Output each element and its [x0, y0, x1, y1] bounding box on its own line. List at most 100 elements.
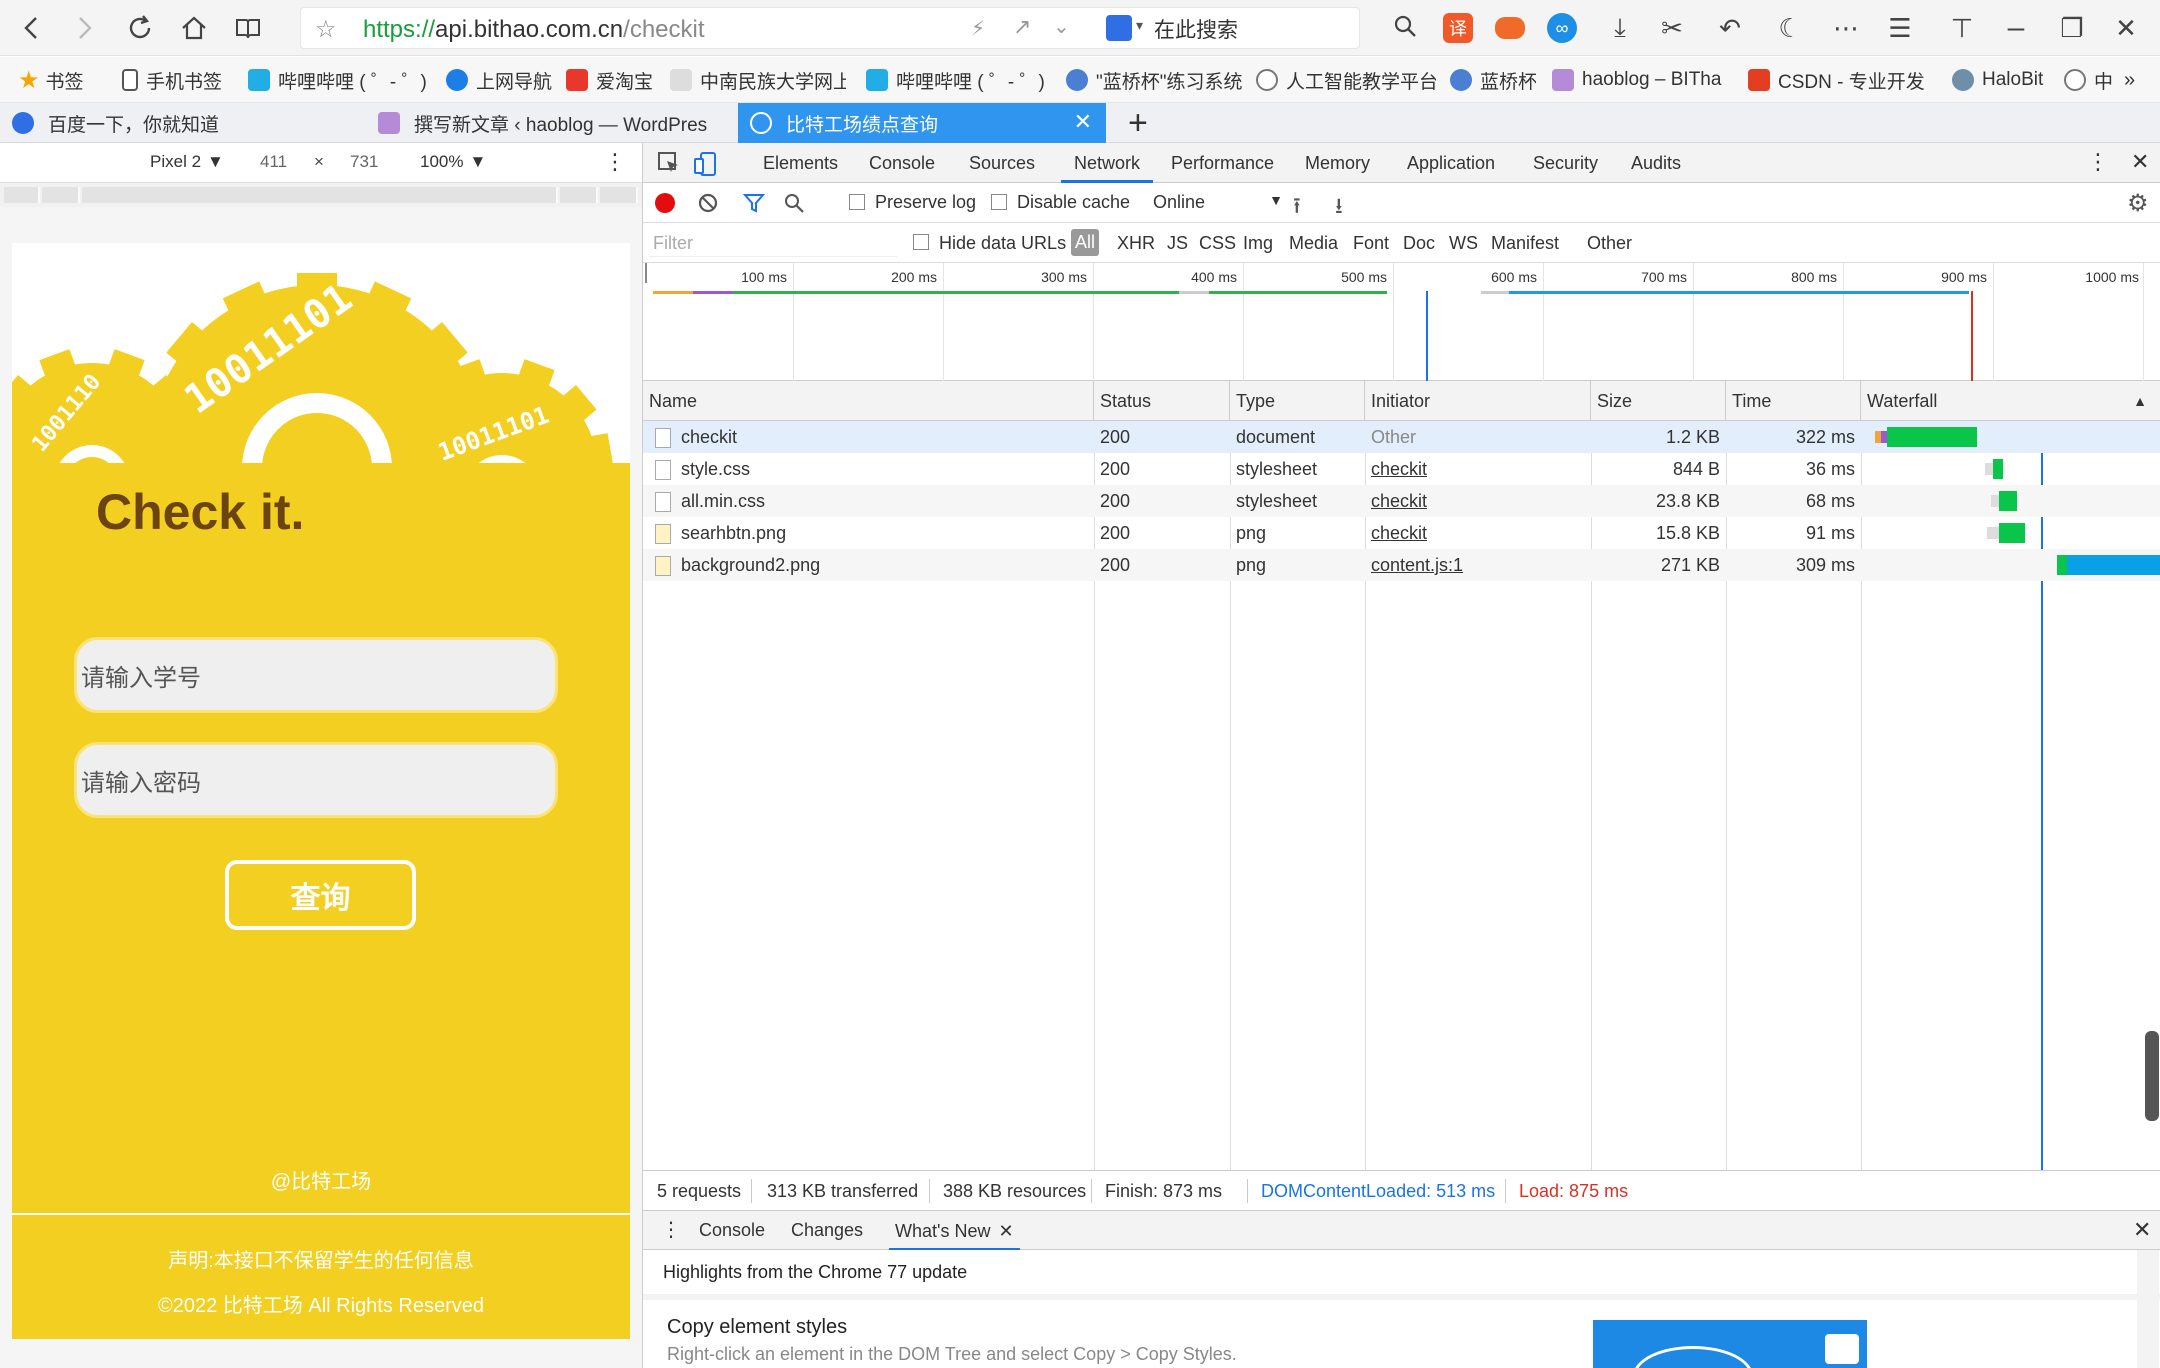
bookmark-item[interactable]: HaloBit	[1952, 67, 2062, 93]
initiator-link[interactable]: content.js:1	[1365, 549, 1463, 581]
table-row[interactable]: checkit 200 document Other 1.2 KB 322 ms	[643, 421, 2160, 453]
restore-icon[interactable]: ❐	[2052, 8, 2092, 48]
bookmarks-overflow-icon[interactable]: »	[2124, 67, 2154, 93]
shirt-icon[interactable]: ⊤	[1942, 8, 1982, 48]
drawer-scrollbar[interactable]	[2137, 1250, 2159, 1368]
tab-memory[interactable]: Memory	[1305, 143, 1370, 183]
filter-other[interactable]: Other	[1587, 233, 1632, 254]
home-icon[interactable]	[174, 8, 214, 48]
column-header-time[interactable]: Time	[1726, 381, 1861, 421]
device-select[interactable]: Pixel 2 ▼	[150, 152, 224, 172]
lightning-icon[interactable]: ⚡	[971, 16, 985, 41]
column-header-size[interactable]: Size	[1591, 381, 1726, 421]
initiator-link[interactable]: checkit	[1365, 517, 1427, 549]
table-row[interactable]: searhbtn.png 200 png checkit 15.8 KB 91 …	[643, 517, 2160, 549]
device-width[interactable]: 411	[260, 152, 287, 172]
scrollbar-thumb[interactable]	[2145, 1031, 2159, 1121]
drawer-tab-whats-new[interactable]: What's New ✕	[889, 1211, 1020, 1251]
bookmark-item[interactable]: 哔哩哔哩 ( ゜- ゜)つ	[248, 67, 428, 93]
star-icon[interactable]: ☆	[315, 15, 337, 44]
bookmark-item[interactable]: 手机书签	[122, 67, 242, 93]
search-icon[interactable]	[1392, 13, 1418, 44]
column-header-status[interactable]: Status	[1094, 381, 1230, 421]
drawer-menu-icon[interactable]: ⋮	[661, 1217, 681, 1242]
column-header-waterfall[interactable]: Waterfall ▲	[1861, 381, 2160, 421]
media-query-ruler[interactable]	[0, 183, 642, 207]
bookmark-item[interactable]: 爱淘宝	[566, 67, 666, 93]
bookmark-item[interactable]: 中南民族大学网上	[670, 67, 846, 93]
bookmark-item[interactable]: 蓝桥杯	[1450, 67, 1536, 93]
tab-network[interactable]: Network	[1061, 143, 1153, 183]
tab-elements[interactable]: Elements	[763, 143, 838, 183]
tab-haoblog[interactable]: 撰写新文章 ‹ haoblog — WordPres	[366, 103, 738, 143]
filter-font[interactable]: Font	[1353, 233, 1389, 254]
minimize-icon[interactable]: –	[1996, 8, 2036, 48]
bookmark-item[interactable]: 人工智能教学平台	[1256, 67, 1436, 93]
close-devtools-icon[interactable]: ✕	[2131, 149, 2149, 175]
clear-icon[interactable]	[697, 192, 719, 219]
close-window-icon[interactable]: ✕	[2106, 8, 2146, 48]
throttling-select[interactable]: Online ▼	[1153, 192, 1283, 213]
bookmark-item[interactable]: 哔哩哔哩 ( ゜- ゜)つ	[866, 67, 1046, 93]
table-row[interactable]: style.css 200 stylesheet checkit 844 B 3…	[643, 453, 2160, 485]
device-height[interactable]: 731	[350, 152, 378, 172]
inspect-icon[interactable]	[657, 151, 681, 180]
settings-gear-icon[interactable]: ⚙	[2127, 189, 2149, 218]
more-icon[interactable]: ⋯	[1826, 8, 1866, 48]
bookmark-item[interactable]: CSDN - 专业开发	[1748, 67, 1924, 93]
table-row[interactable]: background2.png 200 png content.js:1 271…	[643, 549, 2160, 581]
tab-checkit[interactable]: 比特工场绩点查询 ✕	[738, 103, 1106, 143]
undo-icon[interactable]: ↶	[1710, 8, 1750, 48]
bookmark-item[interactable]: "蓝桥杯"练习系统	[1066, 67, 1242, 93]
filter-all[interactable]: All	[1071, 229, 1100, 256]
drawer-tab-changes[interactable]: Changes	[791, 1220, 863, 1241]
column-header-name[interactable]: Name	[643, 381, 1094, 421]
moon-icon[interactable]: ☾	[1770, 8, 1810, 48]
query-button[interactable]: 查询	[225, 860, 416, 930]
close-tab-icon[interactable]: ✕	[998, 1221, 1013, 1241]
close-drawer-icon[interactable]: ✕	[2133, 1217, 2151, 1243]
network-overview[interactable]: 100 ms 200 ms 300 ms 400 ms 500 ms 600 m…	[643, 263, 2160, 381]
device-toggle-icon[interactable]	[693, 151, 717, 182]
tab-performance[interactable]: Performance	[1171, 143, 1274, 183]
menu-icon[interactable]: ☰	[1880, 8, 1920, 48]
devtools-menu-icon[interactable]: ⋮	[2087, 149, 2109, 175]
preserve-log-checkbox[interactable]	[849, 194, 865, 210]
tab-audits[interactable]: Audits	[1631, 143, 1681, 183]
infinity-icon[interactable]: ∞	[1547, 13, 1577, 43]
back-icon[interactable]	[12, 8, 52, 48]
search-icon[interactable]	[783, 192, 805, 219]
search-box[interactable]: ▾ 在此搜索	[1100, 7, 1430, 49]
import-har-icon[interactable]: ⭱	[1293, 189, 1301, 227]
filter-icon[interactable]	[742, 192, 766, 219]
forward-icon[interactable]	[64, 8, 104, 48]
filter-img[interactable]: Img	[1243, 233, 1273, 254]
filter-input[interactable]: Filter	[649, 229, 897, 257]
initiator-link[interactable]: checkit	[1365, 453, 1427, 485]
scissors-icon[interactable]: ✂	[1652, 8, 1692, 48]
tab-console[interactable]: Console	[869, 143, 935, 183]
close-tab-icon[interactable]: ✕	[1074, 109, 1092, 135]
tab-security[interactable]: Security	[1533, 143, 1598, 183]
new-tab-icon[interactable]: +	[1116, 103, 1156, 143]
tab-application[interactable]: Application	[1407, 143, 1495, 183]
bookmark-item[interactable]: haoblog – BITha	[1552, 67, 1728, 93]
drawer-tab-console[interactable]: Console	[699, 1220, 765, 1241]
password-input[interactable]: 请输入密码	[74, 742, 558, 818]
download-icon[interactable]: ⤓	[1600, 8, 1640, 48]
chevron-down-icon[interactable]: ⌄	[1053, 14, 1070, 39]
zoom-select[interactable]: 100% ▼	[420, 152, 486, 172]
disable-cache-checkbox[interactable]	[991, 194, 1007, 210]
record-icon[interactable]	[655, 193, 675, 213]
engine-dropdown-icon[interactable]: ▾	[1136, 17, 1143, 34]
hide-data-urls-checkbox[interactable]	[913, 234, 929, 250]
bookmark-item[interactable]: 上网导航	[446, 67, 560, 93]
share-icon[interactable]: ↗	[1013, 14, 1031, 40]
bookmark-item[interactable]: ★ 书签	[18, 67, 108, 93]
filter-doc[interactable]: Doc	[1403, 233, 1435, 254]
tab-baidu[interactable]: 百度一下，你就知道	[0, 103, 366, 143]
reload-icon[interactable]	[120, 8, 160, 48]
filter-ws[interactable]: WS	[1449, 233, 1478, 254]
reader-icon[interactable]	[228, 8, 268, 48]
filter-js[interactable]: JS	[1167, 233, 1188, 254]
